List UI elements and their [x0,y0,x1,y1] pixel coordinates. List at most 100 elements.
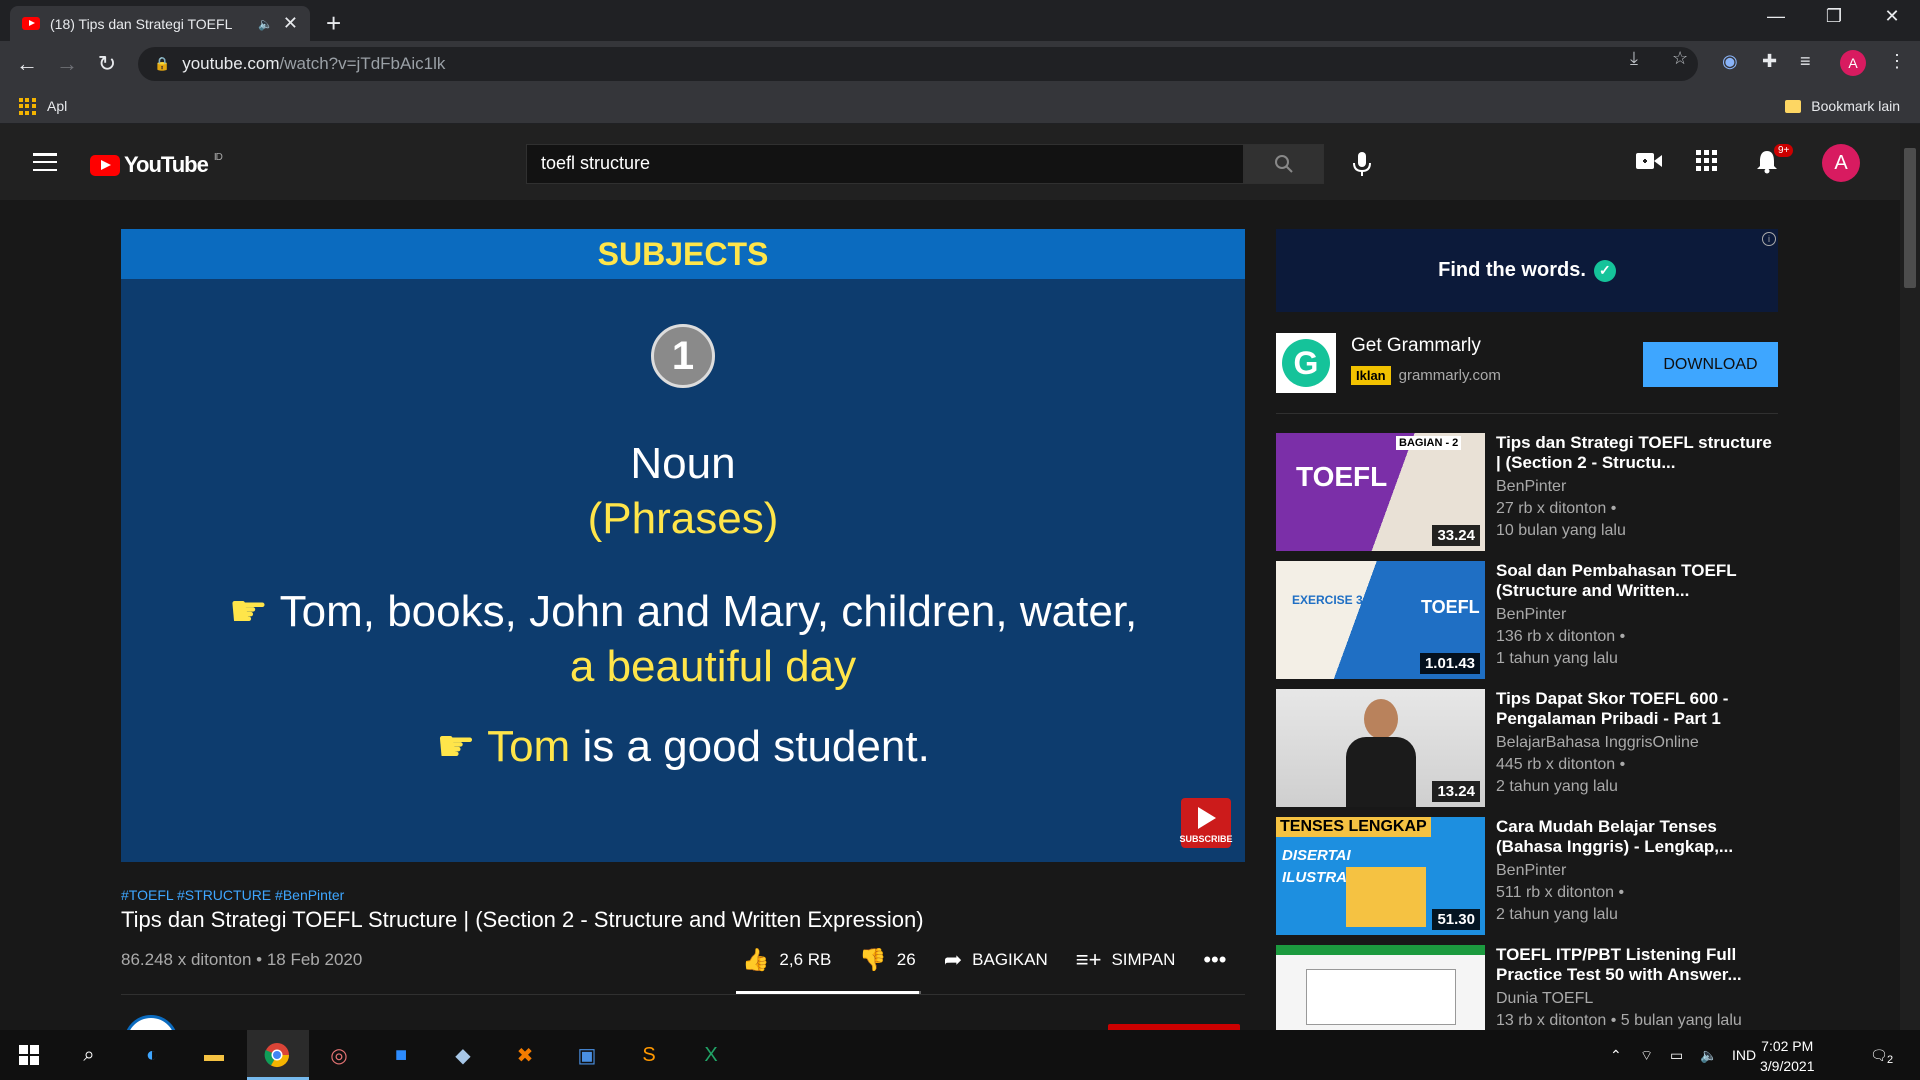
thumbs-up-icon: 👍 [742,947,770,972]
like-button[interactable]: 👍 2,6 RB [742,947,831,973]
video-player[interactable]: SUBJECTS 1 Noun (Phrases) ☛ Tom, books, … [121,229,1245,862]
app-icon-circle[interactable]: ◎ [324,1040,354,1070]
edge-browser-icon[interactable]: ◐ [137,1040,167,1070]
taskbar-search-icon[interactable]: ⌕ [74,1040,104,1070]
guide-menu-icon[interactable] [33,153,57,171]
browser-menu-icon[interactable]: ⋮ [1888,51,1906,72]
show-hidden-icons[interactable]: ⌃ [1610,1047,1622,1064]
ad-card[interactable]: G Get Grammarly Iklan grammarly.com DOWN… [1276,333,1778,393]
share-label: BAGIKAN [972,950,1048,969]
close-window-button[interactable]: ✕ [1872,6,1912,27]
page-scrollbar[interactable] [1900,124,1920,1030]
video-thumbnail[interactable] [1276,945,1485,1030]
example-2-text: is a good student. [582,722,930,771]
dislike-button[interactable]: 👎 26 [859,947,915,973]
battery-icon[interactable]: ▭ [1670,1047,1683,1064]
region-code: ID [213,152,223,163]
video-thumbnail[interactable]: TENSES LENGKAP DISERTAI ILUSTRASI 51.30 [1276,817,1485,935]
reload-icon[interactable]: ↻ [92,51,122,77]
back-icon[interactable]: ← [12,51,42,77]
sublime-text-icon[interactable]: S [634,1040,664,1070]
video-duration: 51.30 [1432,909,1480,930]
recommended-video[interactable]: EXERCISE 3 TOEFL 1.01.43 Soal dan Pembah… [1276,561,1778,679]
input-language[interactable]: IND [1732,1047,1756,1063]
xampp-icon[interactable]: ✖ [510,1040,540,1070]
example-1-highlight: a beautiful day [569,642,857,691]
close-tab-icon[interactable]: ✕ [283,13,298,34]
ad-subtitle: Iklan grammarly.com [1351,366,1501,385]
apps-grid-icon[interactable] [19,98,36,115]
browser-tab[interactable]: (18) Tips dan Strategi TOEFL 🔈 ✕ [10,6,310,41]
youtube-apps-icon[interactable] [1696,150,1718,178]
extension-cursor-icon[interactable]: ◉ [1722,51,1738,72]
search-input[interactable]: toefl structure [526,144,1244,184]
add-to-playlist-icon: ≡+ [1075,947,1102,972]
voice-search-button[interactable] [1344,146,1380,182]
recommended-video[interactable]: TOEFL ITP/PBT Listening Full Practice Te… [1276,945,1778,1030]
action-center-icon[interactable]: 🗨 [1870,1047,1888,1064]
recommended-video[interactable]: TENSES LENGKAP DISERTAI ILUSTRASI 51.30 … [1276,817,1778,935]
channel-name[interactable]: Dunia TOEFL [1496,990,1593,1008]
like-count: 2,6 RB [779,950,832,969]
address-bar[interactable]: 🔒 youtube.com /watch?v=jTdFbAic1lk [138,47,1698,81]
browser-profile-avatar[interactable]: A [1840,50,1866,76]
share-button[interactable]: ➦ BAGIKAN [944,947,1048,973]
pointing-hand-icon: ☛ [436,722,476,771]
install-app-icon[interactable]: ⤓ [1630,48,1638,69]
bookmark-star-icon[interactable]: ☆ [1672,48,1688,69]
extensions-puzzle-icon[interactable]: ✚ [1762,51,1777,72]
channel-name[interactable]: BenPinter [1496,862,1566,880]
youtube-play-logo-icon [90,154,120,176]
video-actions: 👍 2,6 RB 👎 26 ➦ BAGIKAN ≡+ SIMPAN ••• [742,947,1226,973]
apps-bookmark[interactable]: Apl [47,98,67,114]
ad-banner[interactable]: Find the words. ✓ [1276,229,1778,312]
chrome-icon[interactable] [262,1040,292,1070]
excel-icon[interactable]: X [696,1040,726,1070]
file-explorer-icon[interactable]: ▬ [199,1040,229,1070]
new-tab-button[interactable]: + [326,8,341,39]
ad-download-button[interactable]: DOWNLOAD [1643,342,1778,387]
audio-playing-icon[interactable]: 🔈 [258,17,273,31]
video-thumbnail[interactable]: EXERCISE 3 TOEFL 1.01.43 [1276,561,1485,679]
thumbnail-text: TOEFL [1296,461,1388,492]
slide-example-1: ☛ Tom, books, John and Mary, children, w… [121,586,1245,637]
video-hashtags[interactable]: #TOEFL #STRUCTURE #BenPinter [121,887,344,903]
restore-window-button[interactable]: ❐ [1814,6,1854,27]
video-title: Tips dan Strategi TOEFL Structure | (Sec… [121,907,924,932]
windows-start-icon[interactable] [14,1040,44,1070]
browser-toolbar: ← → ↻ 🔒 youtube.com /watch?v=jTdFbAic1lk… [0,41,1920,88]
video-title: TOEFL ITP/PBT Listening Full Practice Te… [1496,945,1742,984]
create-video-icon[interactable] [1636,150,1662,176]
youtube-logo[interactable]: YouTube ID [90,152,223,178]
volume-icon[interactable]: 🔈 [1700,1047,1717,1064]
other-bookmarks[interactable]: Bookmark lain [1785,98,1900,114]
divider [121,994,1245,995]
save-button[interactable]: ≡+ SIMPAN [1076,947,1176,973]
account-avatar[interactable]: A [1822,144,1860,182]
channel-name[interactable]: BenPinter [1496,478,1566,496]
video-duration: 1.01.43 [1419,653,1480,674]
zoom-icon[interactable]: ■ [386,1040,416,1070]
taskbar-clock[interactable]: 7:02 PM 3/9/2021 [1760,1036,1815,1076]
wifi-icon[interactable]: ⌔ [1640,1047,1653,1065]
video-thumbnail[interactable]: 13.24 [1276,689,1485,807]
ad-info-icon[interactable]: i [1762,232,1776,246]
scrollbar-thumb[interactable] [1904,148,1916,288]
minimize-window-button[interactable]: — [1756,6,1796,27]
lock-icon[interactable]: 🔒 [154,56,170,72]
video-thumbnail[interactable]: TOEFL BAGIAN - 2 33.24 [1276,433,1485,551]
virtualbox-icon[interactable]: ◆ [448,1040,478,1070]
vscode-icon[interactable]: ▣ [572,1040,602,1070]
forward-icon[interactable]: → [52,51,82,77]
media-queue-icon[interactable]: ≡ [1800,51,1811,72]
upload-age: 2 tahun yang lalu [1496,906,1618,923]
recommended-video[interactable]: 13.24 Tips Dapat Skor TOEFL 600 - Pengal… [1276,689,1778,807]
more-actions-button[interactable]: ••• [1203,947,1226,973]
channel-name[interactable]: BelajarBahasa InggrisOnline [1496,734,1699,752]
recommended-video[interactable]: TOEFL BAGIAN - 2 33.24 Tips dan Strategi… [1276,433,1778,551]
grammarly-logo: G [1276,333,1336,393]
view-count: 511 rb x ditonton • [1496,884,1625,901]
subscribe-watermark[interactable]: SUBSCRIBE [1180,798,1233,848]
search-button[interactable] [1244,144,1324,184]
channel-name[interactable]: BenPinter [1496,606,1566,624]
